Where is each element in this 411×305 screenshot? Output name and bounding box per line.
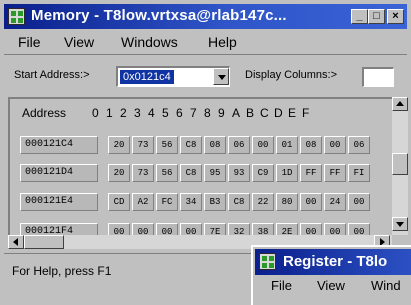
byte-cell[interactable]: 00: [132, 223, 154, 235]
byte-cell[interactable]: 00: [300, 193, 322, 211]
byte-cell[interactable]: 06: [348, 136, 370, 154]
byte-cell[interactable]: 08: [300, 136, 322, 154]
row-address-cell[interactable]: 000121C4: [20, 136, 98, 154]
row-address-cell[interactable]: 000121F4: [20, 223, 98, 235]
byte-cell[interactable]: 93: [228, 164, 250, 182]
byte-cell[interactable]: 00: [324, 136, 346, 154]
byte-cell[interactable]: C8: [180, 164, 202, 182]
memory-window-title: Memory - T8low.vrtxsa@rlab147c...: [31, 7, 287, 24]
start-address-combo[interactable]: 0x0121c4: [116, 66, 230, 87]
horizontal-scroll-thumb[interactable]: [24, 235, 64, 249]
byte-cell[interactable]: 56: [156, 164, 178, 182]
byte-cell[interactable]: A2: [132, 193, 154, 211]
row-address-cell[interactable]: 000121D4: [20, 164, 98, 182]
byte-cell[interactable]: 34: [180, 193, 202, 211]
row-address-cell[interactable]: 000121E4: [20, 193, 98, 211]
byte-cell[interactable]: FC: [156, 193, 178, 211]
display-columns-field[interactable]: [362, 67, 394, 87]
header-col: F: [302, 106, 310, 120]
register-menu-view[interactable]: View: [317, 278, 345, 293]
close-button[interactable]: ×: [387, 9, 404, 24]
byte-cell[interactable]: 7E: [204, 223, 226, 235]
byte-cell[interactable]: B3: [204, 193, 226, 211]
byte-cell[interactable]: CD: [108, 193, 130, 211]
byte-cell[interactable]: C9: [252, 164, 274, 182]
byte-cell[interactable]: 08: [204, 136, 226, 154]
register-menu-file[interactable]: File: [271, 278, 292, 293]
header-col: 0: [92, 106, 99, 120]
start-address-value[interactable]: 0x0121c4: [120, 70, 174, 84]
byte-cell[interactable]: 00: [348, 223, 370, 235]
byte-cell[interactable]: 00: [108, 223, 130, 235]
header-col: 6: [176, 106, 183, 120]
memory-grid: Address 0 1 2 3 4 5 6 7 8 9 A B C D E F …: [8, 97, 392, 235]
byte-cell[interactable]: 1D: [276, 164, 298, 182]
scroll-up-icon[interactable]: [392, 97, 408, 111]
byte-cell[interactable]: 01: [276, 136, 298, 154]
byte-cell[interactable]: 20: [108, 164, 130, 182]
header-col: 3: [134, 106, 141, 120]
maximize-button[interactable]: □: [368, 9, 385, 24]
byte-cell[interactable]: 00: [324, 223, 346, 235]
header-col: D: [274, 106, 283, 120]
header-col: 9: [218, 106, 225, 120]
vertical-scrollbar[interactable]: [392, 97, 408, 235]
scroll-left-icon[interactable]: [8, 235, 24, 249]
memory-title-bar[interactable]: Memory - T8low.vrtxsa@rlab147c... _ □ ×: [4, 4, 407, 29]
header-col: A: [232, 106, 241, 120]
byte-cell[interactable]: 56: [156, 136, 178, 154]
byte-cell[interactable]: 22: [252, 193, 274, 211]
byte-cell[interactable]: 80: [276, 193, 298, 211]
register-menu-windows[interactable]: Wind: [371, 278, 401, 293]
start-address-label: Start Address:>: [14, 69, 90, 81]
byte-cell[interactable]: 73: [132, 136, 154, 154]
menu-windows[interactable]: Windows: [121, 34, 178, 50]
register-app-icon[interactable]: [259, 253, 276, 270]
byte-cell[interactable]: 00: [348, 193, 370, 211]
register-window-title: Register - T8lo: [283, 253, 388, 270]
header-col: 4: [148, 106, 155, 120]
header-col: 2: [120, 106, 127, 120]
byte-cell[interactable]: 24: [324, 193, 346, 211]
chevron-down-icon[interactable]: [213, 68, 229, 85]
byte-cell[interactable]: 32: [228, 223, 250, 235]
address-toolbar: Start Address:> 0x0121c4 Display Columns…: [4, 54, 407, 95]
byte-cell[interactable]: C8: [228, 193, 250, 211]
byte-cell[interactable]: 73: [132, 164, 154, 182]
header-col: 5: [162, 106, 169, 120]
status-text: For Help, press F1: [12, 264, 112, 278]
byte-cell[interactable]: C8: [180, 136, 202, 154]
header-col: B: [246, 106, 255, 120]
byte-cell[interactable]: FI: [348, 164, 370, 182]
byte-cell[interactable]: FF: [324, 164, 346, 182]
byte-cell[interactable]: 95: [204, 164, 226, 182]
byte-cell[interactable]: 00: [300, 223, 322, 235]
register-window[interactable]: Register - T8lo File View Wind: [251, 245, 411, 305]
minimize-button[interactable]: _: [351, 9, 368, 24]
header-col: 1: [106, 106, 113, 120]
byte-cell[interactable]: 20: [108, 136, 130, 154]
header-col: 8: [204, 106, 211, 120]
menu-bar: File View Windows Help: [4, 30, 407, 52]
header-col: E: [288, 106, 297, 120]
grid-header: Address 0 1 2 3 4 5 6 7 8 9 A B C D E F: [10, 99, 392, 127]
display-columns-label: Display Columns:>: [245, 69, 338, 81]
header-col: C: [260, 106, 269, 120]
register-title-bar[interactable]: Register - T8lo: [255, 249, 411, 275]
byte-cell[interactable]: 06: [228, 136, 250, 154]
byte-cell[interactable]: FF: [300, 164, 322, 182]
byte-cell[interactable]: 00: [180, 223, 202, 235]
byte-cell[interactable]: 38: [252, 223, 274, 235]
byte-cell[interactable]: 2E: [276, 223, 298, 235]
byte-cell[interactable]: 00: [156, 223, 178, 235]
byte-cell[interactable]: 00: [252, 136, 274, 154]
menu-help[interactable]: Help: [208, 34, 237, 50]
scroll-down-icon[interactable]: [392, 217, 408, 231]
header-col: 7: [190, 106, 197, 120]
menu-file[interactable]: File: [18, 34, 41, 50]
vertical-scroll-thumb[interactable]: [392, 153, 408, 175]
app-icon[interactable]: [8, 8, 25, 25]
header-address: Address: [22, 106, 67, 120]
menu-view[interactable]: View: [64, 34, 94, 50]
